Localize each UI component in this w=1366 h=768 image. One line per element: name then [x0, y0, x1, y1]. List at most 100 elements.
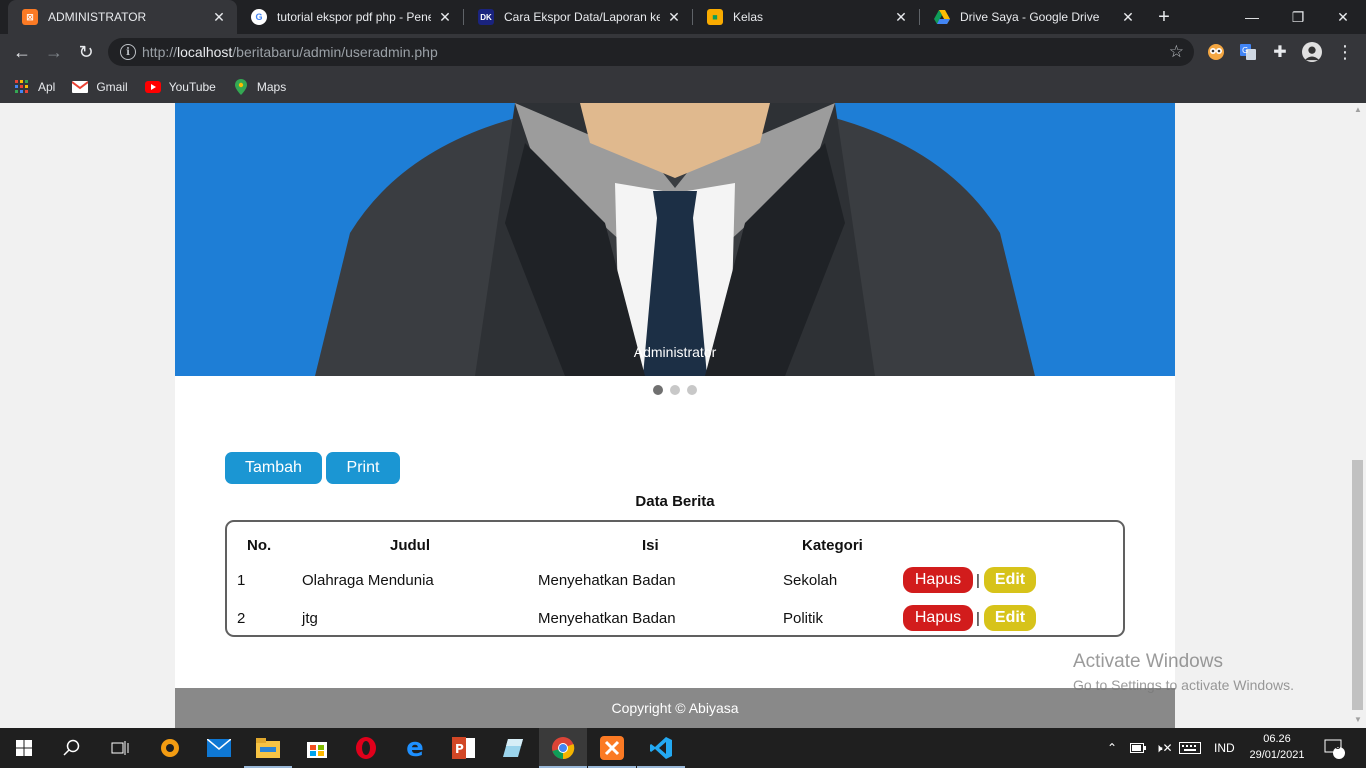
reload-icon[interactable]: ↻ [72, 38, 100, 66]
carousel-caption: Administrator [633, 344, 717, 360]
close-window-button[interactable]: ✕ [1320, 0, 1366, 34]
close-icon[interactable]: ✕ [893, 9, 909, 25]
page-scrollbar[interactable]: ▲ ▼ [1350, 103, 1366, 728]
translate-extension-icon[interactable]: G [1238, 42, 1258, 62]
profile-avatar[interactable] [1302, 42, 1322, 62]
notification-center-icon[interactable]: 5 [1322, 728, 1346, 768]
notification-count: 5 [1335, 741, 1341, 752]
watermark-subtitle: Go to Settings to activate Windows. [1073, 677, 1294, 693]
vscode-icon[interactable] [637, 728, 685, 768]
tab-kelas[interactable]: ■ Kelas ✕ [693, 0, 919, 34]
back-arrow-icon[interactable]: ← [8, 38, 36, 66]
info-icon[interactable]: i [120, 44, 136, 60]
bookmark-star-icon[interactable]: ☆ [1169, 42, 1184, 62]
minimize-button[interactable]: — [1229, 0, 1275, 34]
activate-windows-watermark: Activate Windows Go to Settings to activ… [1073, 651, 1294, 693]
youtube-icon [144, 79, 161, 95]
admin-avatar-illustration [175, 103, 1175, 376]
taskbar-clock[interactable]: 06.26 29/01/2021 [1244, 731, 1310, 763]
close-icon[interactable]: ✕ [437, 9, 453, 25]
carousel-dot[interactable] [670, 385, 680, 395]
show-hidden-icons-icon[interactable]: ⌃ [1107, 728, 1117, 768]
store-icon[interactable] [293, 728, 341, 768]
chrome-menu-icon[interactable]: ⋮ [1336, 42, 1354, 62]
tab-title: tutorial ekspor pdf php - Penel [277, 10, 431, 24]
page-viewport: Administrator Tambah Print Data Berita N… [0, 103, 1350, 728]
volume-muted-icon[interactable]: 🕨✕ [1155, 728, 1173, 768]
scrollbar-thumb[interactable] [1352, 460, 1363, 710]
row-kategori: Politik [783, 610, 824, 627]
tab-title: Kelas [733, 10, 764, 24]
clock-date: 29/01/2021 [1249, 749, 1305, 761]
tab-title: Cara Ekspor Data/Laporan ke P [504, 10, 660, 24]
column-header-kategori: Kategori [802, 537, 863, 554]
keyboard-icon[interactable] [1179, 728, 1201, 768]
address-bar[interactable]: i http://localhost/beritabaru/admin/user… [108, 38, 1194, 66]
powerpoint-icon[interactable]: P [440, 728, 488, 768]
maps-icon [233, 78, 249, 95]
scroll-up-arrow-icon[interactable]: ▲ [1354, 105, 1362, 114]
gmail-icon [72, 79, 89, 95]
hapus-button[interactable]: Hapus [903, 605, 973, 631]
notes-icon[interactable] [489, 728, 537, 768]
bookmarks-bar: Apl Gmail YouTube Maps [0, 70, 1366, 103]
table-title: Data Berita [635, 493, 715, 510]
windows-taskbar: e P ⌃ 🕨✕ IND 06.26 29/01/2021 5 [0, 728, 1366, 768]
tambah-button[interactable]: Tambah [225, 452, 322, 484]
file-explorer-icon[interactable] [244, 728, 292, 768]
search-icon[interactable] [48, 728, 96, 768]
close-icon[interactable]: ✕ [666, 9, 682, 25]
tab-drive[interactable]: Drive Saya - Google Drive ✕ [920, 0, 1146, 34]
carousel-dot[interactable] [687, 385, 697, 395]
bookmark-label: YouTube [168, 79, 216, 94]
edit-button[interactable]: Edit [984, 567, 1036, 593]
browser-toolbar: ← → ↻ i http://localhost/beritabaru/admi… [0, 34, 1366, 70]
opera-icon[interactable] [342, 728, 390, 768]
chrome-icon[interactable] [539, 728, 587, 768]
bookmark-label: Maps [256, 79, 287, 94]
restore-button[interactable]: ❐ [1275, 0, 1321, 34]
row-isi: Menyehatkan Badan [538, 572, 676, 589]
settings-gear-icon[interactable] [146, 728, 194, 768]
carousel-indicators [175, 385, 1175, 395]
start-icon[interactable] [0, 728, 48, 768]
tab-administrator[interactable]: ⊠ ADMINISTRATOR ✕ [8, 0, 237, 34]
bookmark-youtube[interactable]: YouTube [144, 79, 216, 95]
bookmark-maps[interactable]: Maps [233, 78, 287, 95]
tab-title: Drive Saya - Google Drive [960, 10, 1100, 24]
close-icon[interactable]: ✕ [1120, 9, 1136, 25]
watermark-title: Activate Windows [1073, 651, 1223, 672]
row-no: 1 [237, 572, 246, 589]
apps-grid-icon [14, 79, 30, 95]
scroll-down-arrow-icon[interactable]: ▼ [1354, 715, 1362, 724]
hapus-button[interactable]: Hapus [903, 567, 973, 593]
new-tab-button[interactable]: + [1152, 5, 1176, 29]
url-text: http://localhost/beritabaru/admin/userad… [142, 44, 438, 60]
column-header-judul: Judul [390, 537, 430, 554]
extensions-puzzle-icon[interactable]: ✚ [1270, 42, 1290, 62]
xampp-icon: ⊠ [22, 9, 38, 25]
clock-time: 06.26 [1263, 733, 1291, 745]
edit-button[interactable]: Edit [984, 605, 1036, 631]
owl-extension-icon[interactable] [1206, 42, 1226, 62]
close-icon[interactable]: ✕ [211, 9, 227, 25]
tab-cara-ekspor[interactable]: DK Cara Ekspor Data/Laporan ke P ✕ [464, 0, 692, 34]
edge-icon[interactable]: e [391, 728, 439, 768]
xampp-icon[interactable] [588, 728, 636, 768]
bookmark-apps[interactable]: Apl [14, 79, 55, 95]
drive-icon [934, 9, 950, 25]
tab-tutorial-ekspor[interactable]: G tutorial ekspor pdf php - Penel ✕ [237, 0, 463, 34]
carousel-dot[interactable] [653, 385, 663, 395]
battery-icon[interactable] [1130, 728, 1146, 768]
bookmark-gmail[interactable]: Gmail [72, 79, 128, 95]
forward-arrow-icon[interactable]: → [40, 38, 68, 66]
mail-icon[interactable] [195, 728, 243, 768]
row-isi: Menyehatkan Badan [538, 610, 676, 627]
action-separator: | [976, 610, 980, 627]
page-container: Administrator Tambah Print Data Berita N… [175, 103, 1175, 728]
print-button[interactable]: Print [326, 452, 400, 484]
google-icon: G [251, 9, 267, 25]
task-view-icon[interactable] [96, 728, 144, 768]
action-separator: | [976, 572, 980, 589]
language-indicator[interactable]: IND [1214, 728, 1235, 768]
